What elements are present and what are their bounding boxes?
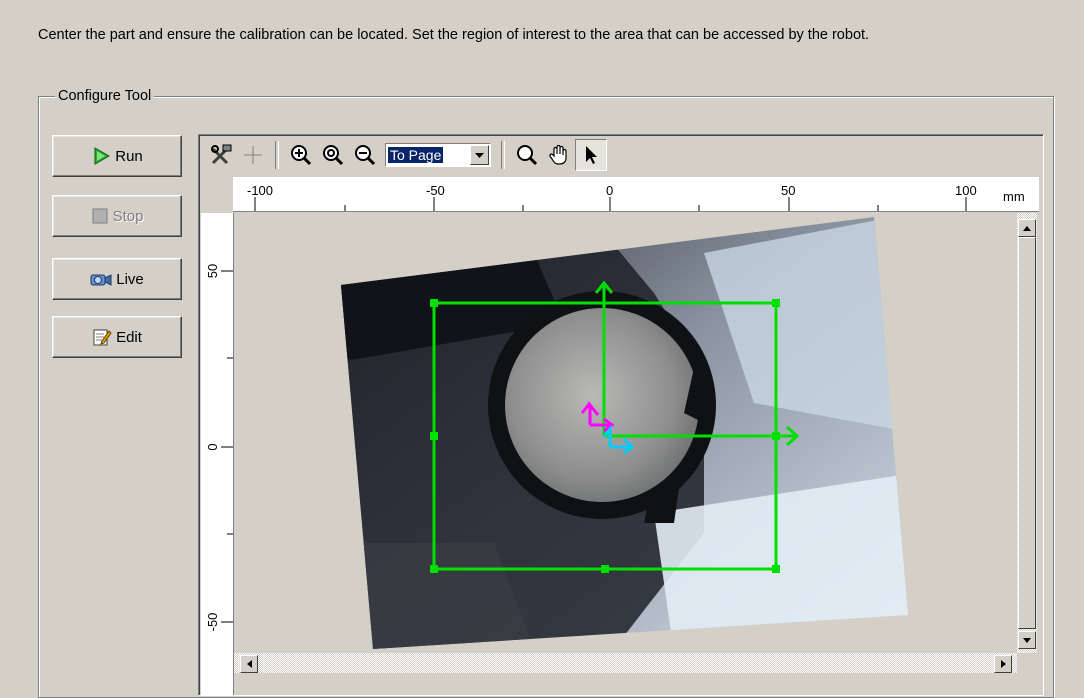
ruler-left-label: -50	[205, 613, 220, 632]
scroll-right-icon[interactable]	[994, 655, 1012, 673]
ruler-top-label: 100	[955, 183, 977, 198]
edit-label: Edit	[116, 328, 142, 346]
scroll-up-icon[interactable]	[1018, 219, 1036, 237]
ruler-left-label: 50	[205, 264, 220, 278]
vertical-scroll-thumb[interactable]	[1018, 237, 1036, 629]
stop-label: Stop	[112, 207, 144, 225]
ruler-corner	[201, 177, 233, 211]
zoom-select[interactable]: To Page	[385, 143, 491, 167]
viewer-toolbar: To Page	[201, 137, 1039, 173]
image-canvas[interactable]	[234, 213, 1017, 649]
zoom-out-icon[interactable]	[349, 139, 381, 171]
ruler-left: 50 0 -50	[201, 213, 234, 695]
tools-icon[interactable]	[205, 139, 237, 171]
run-icon	[94, 147, 111, 165]
vertical-scrollbar[interactable]	[1017, 213, 1037, 653]
ruler-unit: mm	[1003, 189, 1025, 204]
camera-icon	[90, 274, 112, 286]
horizontal-scrollbar[interactable]	[234, 653, 1017, 673]
run-button[interactable]: Run	[52, 135, 182, 177]
ruler-top-label: -50	[426, 183, 445, 198]
live-label: Live	[116, 270, 144, 288]
ruler-top: -100 -50 0 50 100 mm	[233, 177, 1039, 212]
zoom-reset-icon[interactable]	[317, 139, 349, 171]
pointer-icon[interactable]	[575, 139, 607, 171]
toolbar-separator	[501, 141, 505, 169]
camera-image	[341, 217, 908, 649]
scroll-left-icon[interactable]	[240, 655, 258, 673]
toolbar-separator	[275, 141, 279, 169]
live-button[interactable]: Live	[52, 258, 182, 300]
stop-button[interactable]: Stop	[52, 195, 182, 237]
chevron-down-icon[interactable]	[470, 145, 489, 165]
magnify-icon[interactable]	[511, 139, 543, 171]
configure-tool-title: Configure Tool	[55, 88, 155, 104]
zoom-in-icon[interactable]	[285, 139, 317, 171]
edit-icon	[93, 329, 112, 346]
ruler-top-label: -100	[247, 183, 273, 198]
image-viewer: To Page -100 -50 0 50 100 mm 50 0 -50	[198, 134, 1044, 696]
scroll-down-icon[interactable]	[1018, 631, 1036, 649]
stop-icon	[92, 208, 108, 224]
ruler-top-label: 0	[606, 183, 613, 198]
run-label: Run	[115, 147, 143, 165]
crosshair-icon[interactable]	[237, 139, 269, 171]
zoom-select-value: To Page	[388, 147, 444, 163]
pan-hand-icon[interactable]	[543, 139, 575, 171]
instructions-text: Center the part and ensure the calibrati…	[38, 27, 870, 43]
ruler-top-label: 50	[781, 183, 795, 198]
ruler-left-label: 0	[205, 443, 220, 450]
edit-button[interactable]: Edit	[52, 316, 182, 358]
